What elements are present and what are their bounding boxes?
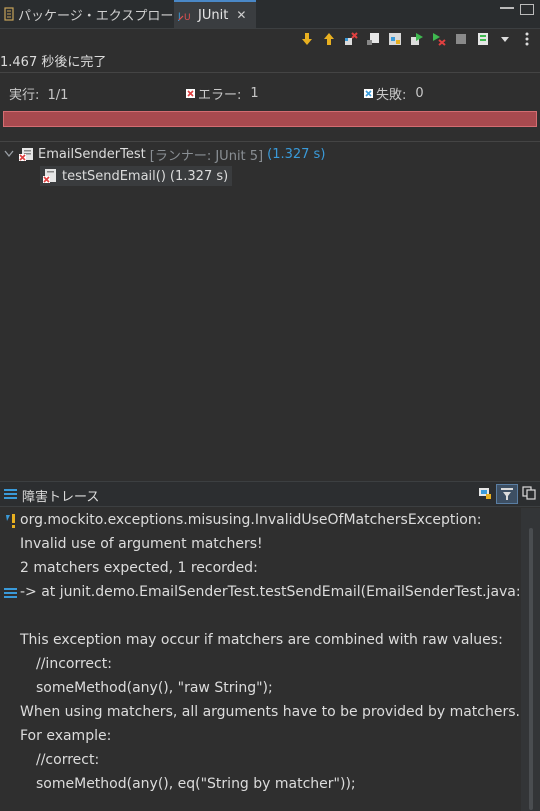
trace-line: org.mockito.exceptions.misusing.InvalidU… (20, 512, 482, 528)
more-options-icon[interactable] (518, 30, 536, 48)
collapse-chevron-icon[interactable] (4, 147, 14, 162)
tree-suite-row[interactable]: EmailSenderTest [ランナー: JUnit 5] (1.327 s… (4, 145, 326, 164)
trace-list-icon (4, 488, 17, 504)
trace-line: someMethod(any(), "raw String"); (36, 680, 273, 696)
view-tab-bar: パッケージ・エクスプローラー JU JUnit ✕ (0, 0, 540, 29)
errors-label: エラー: (198, 88, 242, 103)
test-time: (1.327 s) (169, 168, 229, 184)
divider (0, 141, 540, 142)
runs-value: 1/1 (47, 88, 69, 103)
test-suite-error-icon (18, 147, 34, 161)
stack-frame-icon (4, 587, 17, 603)
view-menu-icon[interactable] (496, 30, 514, 48)
tab-junit[interactable]: JU JUnit ✕ (174, 0, 256, 28)
stack-frame-link[interactable]: -> at junit.demo.EmailSenderTest.testSen… (20, 584, 540, 600)
trace-line: This exception may occur if matchers are… (20, 632, 503, 648)
test-run-history-icon[interactable] (474, 30, 492, 48)
trace-line: Invalid use of argument matchers! (20, 536, 263, 552)
elapsed-time-text: 1.467 秒後に完了 (0, 55, 107, 70)
errors-value: 1 (250, 86, 259, 101)
runs-label: 実行: (9, 88, 40, 103)
failures-label: 失敗: (376, 88, 407, 103)
tab-label: パッケージ・エクスプローラー (18, 8, 200, 24)
failure-trace-panel[interactable]: org.mockito.exceptions.misusing.InvalidU… (0, 508, 540, 811)
trace-line: When using matchers, all arguments have … (20, 704, 520, 720)
failure-icon (364, 89, 373, 98)
divider (0, 72, 540, 73)
suite-runner: [ランナー: JUnit 5] (149, 148, 264, 164)
junit-icon: JU (178, 8, 194, 22)
test-progress-bar (3, 111, 537, 127)
test-name: testSendEmail() (62, 168, 166, 184)
show-skipped-icon[interactable] (386, 30, 404, 48)
suite-time: (1.327 s) (267, 146, 326, 162)
svg-text:J: J (178, 12, 181, 22)
svg-text:U: U (184, 13, 191, 22)
next-failure-icon[interactable] (298, 30, 316, 48)
trace-line: 2 matchers expected, 1 recorded: (20, 560, 258, 576)
trace-line: For example: (20, 728, 112, 744)
runs-counter: 実行: 1/1 (9, 84, 68, 103)
suite-name: EmailSenderTest (38, 146, 146, 162)
show-failures-only-icon[interactable] (342, 30, 360, 48)
filter-stack-icon[interactable] (496, 484, 518, 504)
trace-line: someMethod(any(), eq("String by matcher"… (36, 776, 356, 792)
trace-line: //incorrect: (36, 656, 112, 672)
scrollbar-thumb[interactable] (529, 528, 533, 810)
package-explorer-icon (4, 7, 14, 21)
tree-test-row[interactable]: testSendEmail() (1.327 s) (40, 166, 233, 186)
previous-failure-icon[interactable] (320, 30, 338, 48)
error-icon (186, 89, 195, 98)
tab-package-explorer[interactable]: パッケージ・エクスプローラー (0, 0, 199, 28)
exception-warning-icon (4, 513, 18, 533)
close-icon[interactable]: ✕ (236, 8, 246, 22)
compare-results-icon[interactable] (478, 486, 492, 504)
test-error-icon (42, 168, 58, 184)
minimize-icon[interactable] (500, 4, 514, 9)
tab-label: JUnit (198, 7, 229, 23)
junit-toolbar (280, 28, 540, 50)
trace-title: 障害トレース (22, 490, 100, 505)
maximize-icon[interactable] (520, 4, 534, 15)
errors-counter: エラー: 1 (186, 84, 259, 103)
rerun-test-icon[interactable] (408, 30, 426, 48)
failure-trace-header: 障害トレース (0, 481, 540, 507)
rerun-failed-first-icon[interactable] (430, 30, 448, 48)
failures-counter: 失敗: 0 (364, 84, 424, 103)
copy-trace-icon[interactable] (522, 486, 536, 504)
stop-icon[interactable] (452, 30, 470, 48)
failures-value: 0 (415, 86, 424, 101)
scroll-lock-icon[interactable] (364, 30, 382, 48)
trace-line: //correct: (36, 752, 100, 768)
